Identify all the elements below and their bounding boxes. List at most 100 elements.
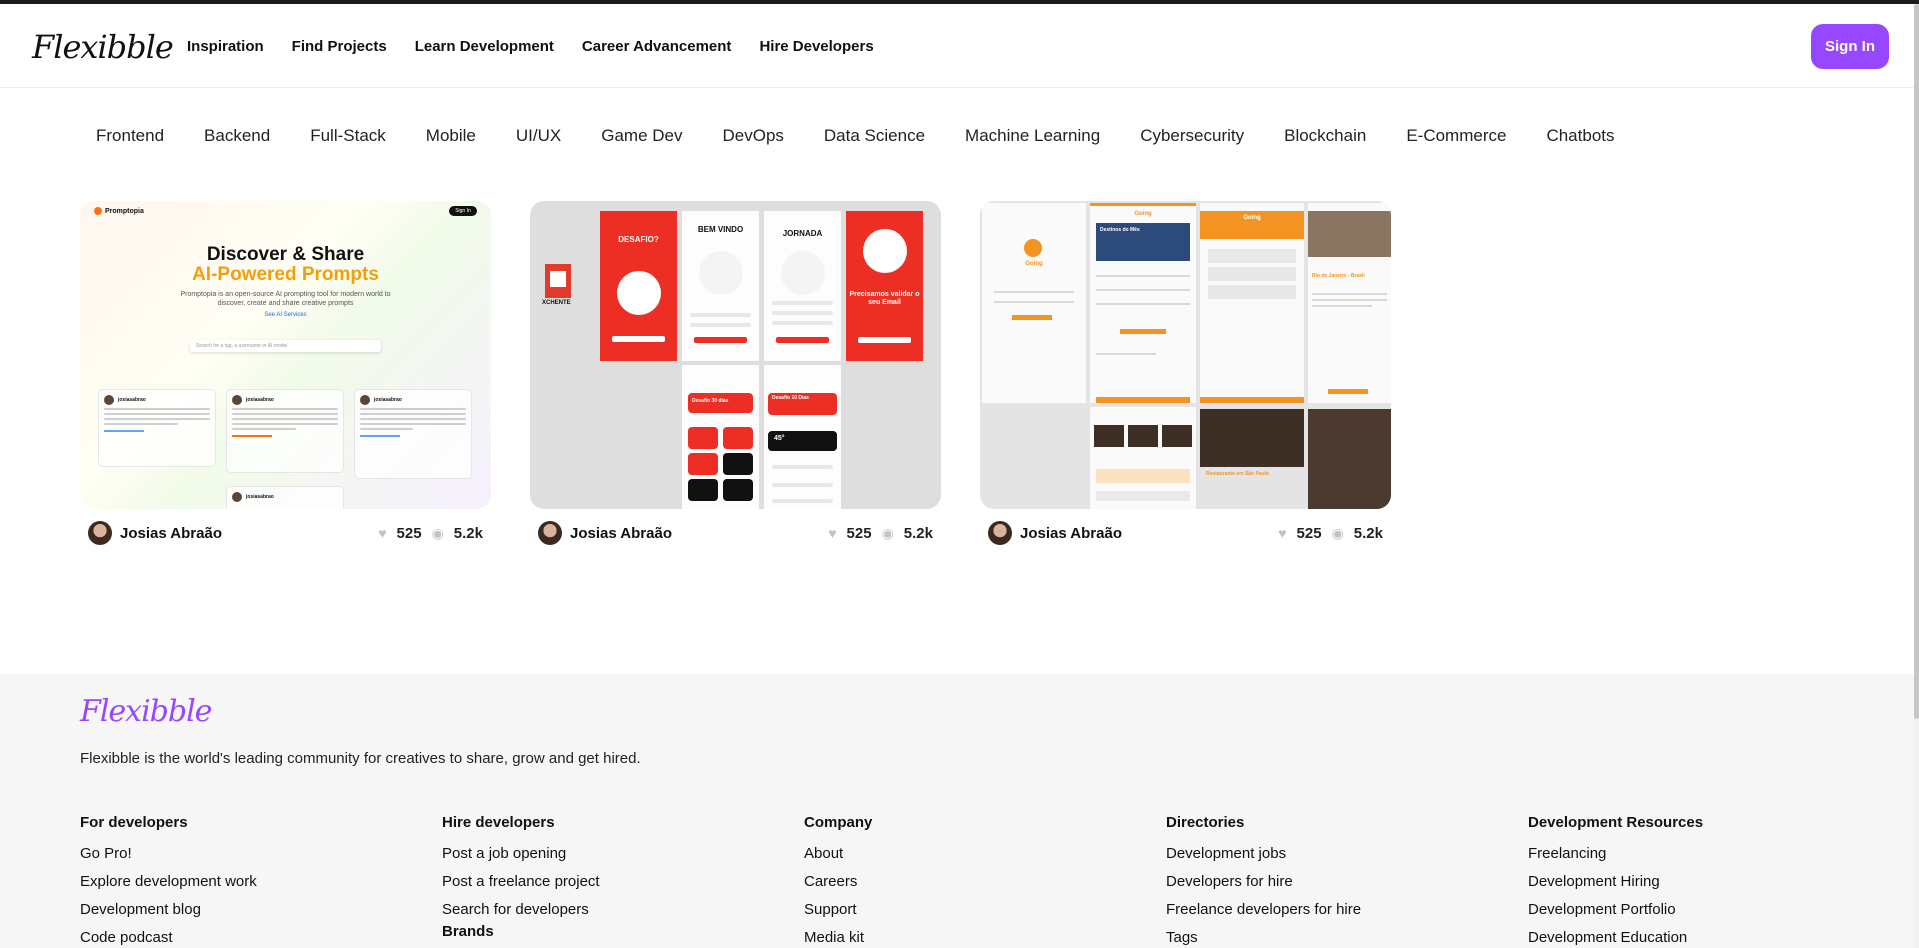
preview-prompt-card: josiasabrao bbox=[98, 389, 216, 467]
going-logo-icon bbox=[1024, 239, 1042, 257]
footer-link[interactable]: Careers bbox=[804, 873, 872, 901]
category-backend[interactable]: Backend bbox=[204, 126, 270, 146]
project-author[interactable]: Josias Abraão bbox=[88, 521, 222, 545]
avatar bbox=[538, 521, 562, 545]
category-e-commerce[interactable]: E-Commerce bbox=[1406, 126, 1506, 146]
page-scrollbar[interactable] bbox=[1914, 4, 1919, 948]
preview-headline: Destinos do Mês bbox=[1100, 227, 1140, 233]
promptopia-logo-icon bbox=[94, 207, 102, 215]
author-name: Josias Abraão bbox=[1020, 524, 1122, 542]
preview-screen: Going bbox=[982, 203, 1086, 403]
likes-count: 525 bbox=[846, 524, 872, 542]
footer-link[interactable]: Development jobs bbox=[1166, 845, 1361, 873]
category-full-stack[interactable]: Full-Stack bbox=[310, 126, 386, 146]
preview-brand: Going bbox=[1025, 261, 1043, 267]
project-card: Going Going Destinos do Mês Going Rio de… bbox=[980, 201, 1391, 545]
project-author[interactable]: Josias Abraão bbox=[538, 521, 672, 545]
footer-link[interactable]: Media kit bbox=[804, 929, 872, 948]
heart-icon[interactable]: ♥ bbox=[378, 525, 386, 541]
footer-column-title: Hire developers bbox=[442, 814, 555, 831]
preview-prompt-card: josiasabrao bbox=[226, 389, 344, 473]
footer-link[interactable]: Tags bbox=[1166, 929, 1361, 948]
category-devops[interactable]: DevOps bbox=[722, 126, 783, 146]
category-ui-ux[interactable]: UI/UX bbox=[516, 126, 561, 146]
category-mobile[interactable]: Mobile bbox=[426, 126, 476, 146]
footer-link[interactable]: Code podcast bbox=[80, 929, 257, 948]
project-thumbnail[interactable]: Going Going Destinos do Mês Going Rio de… bbox=[980, 201, 1391, 509]
preview-prompt-user: josiasabrao bbox=[118, 397, 146, 403]
preview-section: Restaurante em São Paulo bbox=[1206, 471, 1270, 477]
preview-screen-title: BEM VINDO bbox=[697, 225, 744, 234]
site-footer: Flexibble Flexibble is the world's leadi… bbox=[0, 674, 1914, 948]
likes-count: 525 bbox=[396, 524, 422, 542]
footer-link[interactable]: Development Hiring bbox=[1528, 873, 1703, 901]
avatar bbox=[988, 521, 1012, 545]
nav-hire-developers[interactable]: Hire Developers bbox=[759, 38, 873, 55]
preview-tile-label: Desafio 30 dias bbox=[692, 398, 729, 404]
preview-description: Promptopia is an open-source AI promptin… bbox=[180, 291, 391, 307]
preview-brand-label: Promptopia bbox=[105, 207, 144, 215]
rook-logo-icon bbox=[545, 264, 571, 298]
preview-screen: Going bbox=[1200, 203, 1304, 403]
footer-link[interactable]: Development Portfolio bbox=[1528, 901, 1703, 929]
footer-link[interactable]: Explore development work bbox=[80, 873, 257, 901]
footer-column-company: Company About Careers Support Media kit bbox=[804, 814, 872, 948]
footer-column-title: Company bbox=[804, 814, 873, 831]
footer-column-hire-developers: Hire developers Post a job opening Post … bbox=[442, 814, 600, 929]
category-chatbots[interactable]: Chatbots bbox=[1546, 126, 1614, 146]
nav-find-projects[interactable]: Find Projects bbox=[292, 38, 387, 55]
footer-link[interactable]: Developers for hire bbox=[1166, 873, 1361, 901]
project-author[interactable]: Josias Abraão bbox=[988, 521, 1122, 545]
eye-icon: ◉ bbox=[1331, 524, 1344, 541]
category-machine-learning[interactable]: Machine Learning bbox=[965, 126, 1100, 146]
project-thumbnail[interactable]: Promptopia Sign In Discover & Share AI-P… bbox=[80, 201, 491, 509]
category-blockchain[interactable]: Blockchain bbox=[1284, 126, 1366, 146]
project-card: Promptopia Sign In Discover & Share AI-P… bbox=[80, 201, 491, 545]
nav-inspiration[interactable]: Inspiration bbox=[187, 38, 264, 55]
category-filter-bar: Frontend Backend Full-Stack Mobile UI/UX… bbox=[96, 126, 1655, 146]
preview-brand: Promptopia bbox=[94, 207, 144, 215]
preview-search: Search for a tag, a username or AI model bbox=[190, 340, 381, 352]
project-meta: Josias Abraão ♥ 525 ◉ 5.2k bbox=[530, 509, 941, 545]
footer-link[interactable]: Post a job opening bbox=[442, 845, 600, 873]
category-data-science[interactable]: Data Science bbox=[824, 126, 925, 146]
footer-tagline: Flexibble is the world's leading communi… bbox=[80, 750, 641, 767]
footer-link[interactable]: Freelance developers for hire bbox=[1166, 901, 1361, 929]
category-cybersecurity[interactable]: Cybersecurity bbox=[1140, 126, 1244, 146]
preview-screen-title: Precisamos validar o seu Email bbox=[849, 291, 920, 306]
scrollbar-thumb[interactable] bbox=[1914, 4, 1919, 719]
nav-career-advancement[interactable]: Career Advancement bbox=[582, 38, 732, 55]
category-frontend[interactable]: Frontend bbox=[96, 126, 164, 146]
heart-icon[interactable]: ♥ bbox=[1278, 525, 1286, 541]
footer-link[interactable]: Freelancing bbox=[1528, 845, 1703, 873]
footer-column-title: For developers bbox=[80, 814, 188, 831]
footer-logo[interactable]: Flexibble bbox=[80, 694, 212, 729]
project-stats: ♥ 525 ◉ 5.2k bbox=[1278, 525, 1383, 542]
footer-link[interactable]: Development blog bbox=[80, 901, 257, 929]
sign-in-button[interactable]: Sign In bbox=[1811, 24, 1889, 69]
project-thumbnail[interactable]: XCHENTE DESAFIO? BEM VINDO JORNADA Preci… bbox=[530, 201, 941, 509]
preview-link: See AI Services bbox=[264, 312, 307, 318]
site-logo[interactable]: Flexibble bbox=[32, 28, 174, 66]
category-game-dev[interactable]: Game Dev bbox=[601, 126, 682, 146]
nav-learn-development[interactable]: Learn Development bbox=[415, 38, 554, 55]
footer-link[interactable]: About bbox=[804, 845, 872, 873]
project-stats: ♥ 525 ◉ 5.2k bbox=[378, 525, 483, 542]
footer-link[interactable]: Support bbox=[804, 901, 872, 929]
footer-column-development-resources: Development Resources Freelancing Develo… bbox=[1528, 814, 1703, 948]
preview-prompt-user: josiasabrao bbox=[374, 397, 402, 403]
footer-link[interactable]: Development Education bbox=[1528, 929, 1703, 948]
views-count: 5.2k bbox=[903, 524, 933, 542]
eye-icon: ◉ bbox=[881, 524, 894, 541]
footer-link[interactable]: Go Pro! bbox=[80, 845, 257, 873]
footer-column-title: Development Resources bbox=[1528, 814, 1704, 831]
footer-link[interactable]: Post a freelance project bbox=[442, 873, 600, 901]
preview-screen: Precisamos validar o seu Email bbox=[846, 211, 923, 361]
preview-screen: Desafio 30 dias bbox=[682, 365, 759, 509]
heart-icon[interactable]: ♥ bbox=[828, 525, 836, 541]
preview-screen: Desafio 10 Dias 45° bbox=[764, 365, 841, 509]
views-count: 5.2k bbox=[453, 524, 483, 542]
project-meta: Josias Abraão ♥ 525 ◉ 5.2k bbox=[980, 509, 1391, 545]
preview-brand: Going bbox=[1134, 211, 1152, 217]
preview-tile-label: Desafio 10 Dias bbox=[772, 395, 809, 401]
